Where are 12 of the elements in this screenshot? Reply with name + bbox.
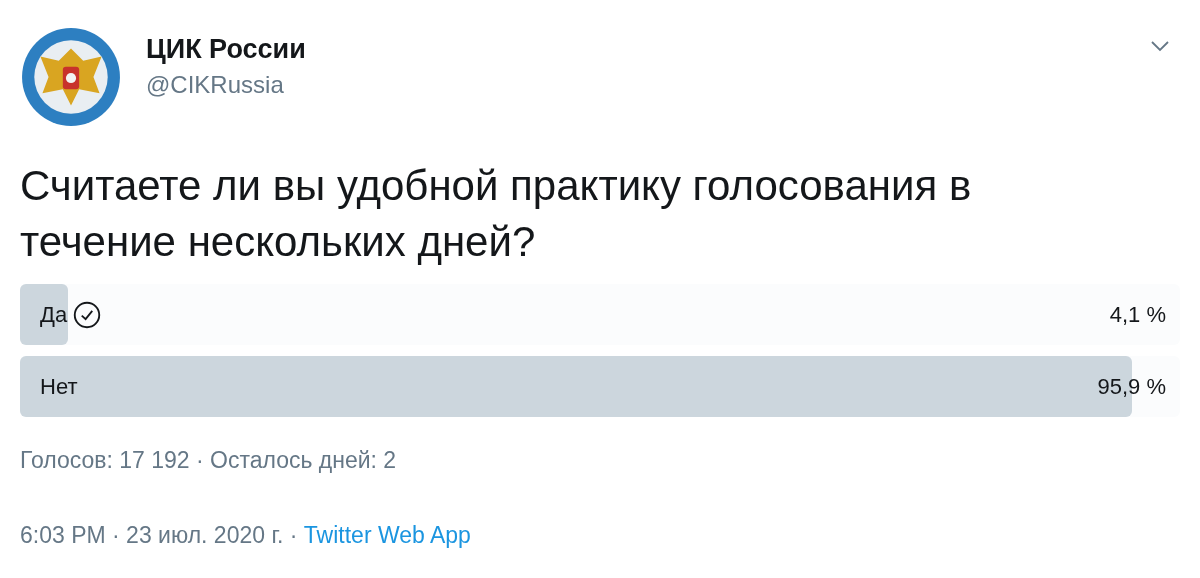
timestamp[interactable]: 6:03 PM · 23 июл. 2020 г. · bbox=[20, 522, 304, 548]
source-link[interactable]: Twitter Web App bbox=[303, 522, 471, 548]
emblem-icon bbox=[20, 26, 122, 128]
option-label: Да bbox=[40, 301, 68, 328]
poll-question: Считаете ли вы удобной практику голосования в течение нескольких дней? bbox=[20, 161, 973, 267]
caret-icon[interactable] bbox=[1150, 40, 1170, 52]
option-percent: 95,9 % bbox=[1097, 373, 1166, 400]
option-percent: 4,1 % bbox=[1109, 301, 1166, 328]
author-name[interactable]: ЦИК России bbox=[146, 34, 306, 65]
option-label: Нет bbox=[40, 373, 78, 400]
poll-summary: Голосов: 17 192 · Осталось дней: 2 bbox=[20, 447, 398, 474]
author-handle[interactable]: @CIKRussia bbox=[146, 71, 306, 99]
